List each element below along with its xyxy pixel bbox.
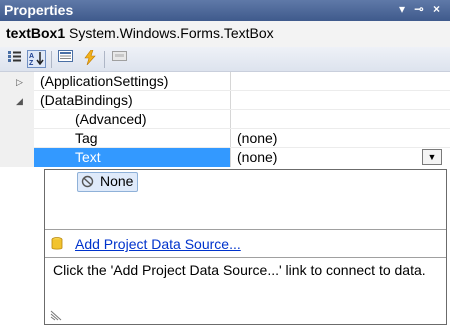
row-gutter: [0, 148, 34, 167]
property-value[interactable]: [232, 110, 450, 129]
property-value[interactable]: (none): [232, 148, 450, 167]
property-row-advanced[interactable]: (Advanced): [0, 110, 450, 129]
property-name: (ApplicationSettings): [40, 73, 169, 89]
property-row-text[interactable]: Text (none) ▼: [0, 148, 450, 167]
categorized-icon[interactable]: [5, 50, 24, 68]
property-pages-icon[interactable]: [110, 50, 129, 68]
object-name: textBox1: [6, 25, 66, 41]
collapse-icon[interactable]: ◢: [16, 96, 23, 107]
property-row-databindings[interactable]: ◢ (DataBindings): [0, 91, 450, 110]
svg-text:Z: Z: [29, 60, 34, 65]
properties-icon-glyph: [58, 50, 73, 62]
row-gutter: ▷: [0, 72, 34, 91]
none-option[interactable]: None: [77, 172, 139, 192]
dropdown-divider: [45, 257, 446, 258]
alphabetical-icon[interactable]: A Z: [27, 50, 46, 68]
column-divider: [230, 129, 231, 148]
toolbar-separator: [51, 51, 52, 68]
property-value[interactable]: [232, 91, 450, 110]
resize-grip-icon[interactable]: [50, 309, 66, 321]
row-gutter: [0, 110, 34, 129]
window-position-icon[interactable]: ▾: [399, 2, 405, 16]
object-type: System.Windows.Forms.TextBox: [69, 25, 274, 41]
property-name: (DataBindings): [40, 92, 133, 108]
properties-title-bar: Properties ▾ ⊸ ×: [0, 0, 450, 21]
property-name: Text: [34, 148, 230, 167]
close-icon[interactable]: ×: [433, 2, 440, 16]
categorized-icon-glyph: [8, 51, 21, 62]
property-value[interactable]: (none): [232, 129, 450, 148]
svg-text:A: A: [29, 53, 34, 60]
property-name: Tag: [75, 130, 98, 146]
dropdown-divider: [45, 229, 446, 230]
expand-icon[interactable]: ▷: [16, 77, 23, 88]
alphabetical-icon-glyph: A Z: [29, 52, 44, 67]
column-divider: [230, 148, 231, 167]
properties-toolbar: A Z: [0, 47, 450, 72]
property-name: (Advanced): [75, 111, 147, 127]
column-divider: [230, 91, 231, 110]
property-grid: ▷ (ApplicationSettings) ◢ (DataBindings)…: [0, 72, 450, 172]
window-title: Properties: [4, 2, 74, 18]
add-data-source-row: Add Project Data Source...: [51, 236, 241, 252]
data-binding-dropdown: None Add Project Data Source... Click th…: [44, 169, 447, 325]
pushpin-icon[interactable]: ⊸: [414, 2, 424, 16]
events-icon-glyph: [83, 49, 96, 66]
toolbar-separator: [104, 51, 105, 68]
none-option-label: None: [100, 173, 134, 189]
properties-icon[interactable]: [56, 50, 75, 68]
column-divider: [230, 72, 231, 91]
property-row-applicationsettings[interactable]: ▷ (ApplicationSettings): [0, 72, 450, 91]
database-icon: [51, 237, 63, 250]
events-icon[interactable]: [80, 49, 99, 68]
property-value[interactable]: [232, 72, 450, 91]
row-gutter: ◢: [0, 91, 34, 110]
help-text: Click the 'Add Project Data Source...' l…: [53, 262, 426, 278]
row-gutter: [0, 129, 34, 148]
dropdown-arrow-button[interactable]: ▼: [422, 149, 442, 165]
column-divider: [230, 110, 231, 129]
none-icon: [81, 175, 94, 188]
add-project-data-source-link[interactable]: Add Project Data Source...: [75, 236, 241, 252]
property-row-tag[interactable]: Tag (none): [0, 129, 450, 148]
property-pages-icon-glyph: [112, 51, 127, 61]
object-selector[interactable]: textBox1 System.Windows.Forms.TextBox: [0, 21, 450, 47]
